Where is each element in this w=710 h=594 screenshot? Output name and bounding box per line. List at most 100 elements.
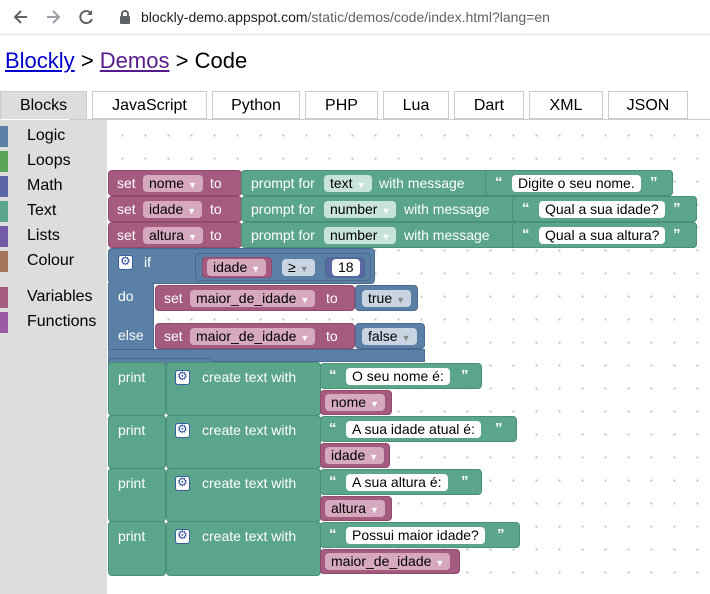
variable-dropdown[interactable]: altura ▼ xyxy=(143,227,203,244)
quote-icon: ” xyxy=(495,420,503,437)
back-arrow-icon[interactable] xyxy=(11,7,31,27)
tab-xml[interactable]: XML xyxy=(529,91,603,119)
tab-python[interactable]: Python xyxy=(212,91,300,119)
create-text-block[interactable]: create text with xyxy=(166,415,321,469)
prompt-type: text xyxy=(330,175,353,191)
dropdown-arrow-icon: ▼ xyxy=(381,232,391,242)
category-variables[interactable]: Variables xyxy=(0,286,107,308)
print-block[interactable]: print xyxy=(108,415,166,469)
boolean-value: true xyxy=(368,290,393,306)
quote-icon: “ xyxy=(329,420,337,437)
mutator-gear-icon[interactable] xyxy=(175,369,190,385)
print-block[interactable]: print xyxy=(108,468,166,522)
address-bar[interactable]: blockly-demo.appspot.com/static/demos/co… xyxy=(141,9,550,25)
text-field[interactable]: Possui maior idade? xyxy=(346,527,485,544)
number-field[interactable]: 18 xyxy=(332,259,360,276)
operator-dropdown[interactable]: ≥ ▼ xyxy=(282,259,315,276)
boolean-dropdown[interactable]: true ▼ xyxy=(362,290,412,307)
dropdown-arrow-icon: ▼ xyxy=(401,333,411,343)
variable-dropdown[interactable]: idade ▼ xyxy=(325,447,385,464)
variable-name: maior_de_idade xyxy=(196,328,297,344)
category-loops[interactable]: Loops xyxy=(0,150,107,172)
create-text-block[interactable]: create text with xyxy=(166,468,321,522)
text-field[interactable]: A sua idade atual é: xyxy=(346,421,481,438)
category-text[interactable]: Text xyxy=(0,200,107,222)
tab-dart[interactable]: Dart xyxy=(454,91,524,119)
variable-name: altura xyxy=(149,227,185,243)
lock-icon[interactable] xyxy=(118,9,132,25)
text-field[interactable]: A sua altura é: xyxy=(346,474,448,491)
dropdown-arrow-icon: ▼ xyxy=(300,333,310,343)
boolean-dropdown[interactable]: false ▼ xyxy=(362,328,417,345)
category-label: Colour xyxy=(27,252,75,269)
text-block[interactable]: “ Digite o seu nome. ” xyxy=(485,170,673,196)
tab-json[interactable]: JSON xyxy=(608,91,688,119)
print-block[interactable]: print xyxy=(108,362,166,416)
tab-blocks[interactable]: Blocks xyxy=(0,91,87,119)
dropdown-arrow-icon: ▼ xyxy=(369,452,379,462)
number-block[interactable]: 18 xyxy=(325,257,365,278)
variable-dropdown[interactable]: idade ▼ xyxy=(207,259,267,276)
variable-get-block[interactable]: idade ▼ xyxy=(202,257,272,278)
text-field[interactable]: O seu nome é: xyxy=(346,368,450,385)
text-block[interactable]: “ Possui maior idade? ” xyxy=(320,522,520,548)
boolean-block[interactable]: false ▼ xyxy=(355,323,425,349)
text-block[interactable]: “ Qual a sua idade? ” xyxy=(512,196,697,222)
tab-php[interactable]: PHP xyxy=(305,91,378,119)
category-swatch xyxy=(0,287,8,308)
set-variable-block[interactable]: set maior_de_idade ▼ to xyxy=(155,323,355,349)
mutator-gear-icon[interactable] xyxy=(175,528,190,544)
compare-block[interactable]: idade ▼ ≥ ▼ 18 xyxy=(195,253,371,281)
mutator-gear-icon[interactable] xyxy=(175,422,190,438)
variable-get-block[interactable]: maior_de_idade ▼ xyxy=(320,549,460,574)
create-text-block[interactable]: create text with xyxy=(166,362,321,416)
boolean-block[interactable]: true ▼ xyxy=(355,285,418,311)
prompt-type-dropdown[interactable]: number ▼ xyxy=(324,201,397,218)
set-variable-block[interactable]: set maior_de_idade ▼ to xyxy=(155,285,355,311)
variable-dropdown[interactable]: maior_de_idade ▼ xyxy=(190,328,316,345)
demos-link[interactable]: Demos xyxy=(100,48,170,73)
create-text-block[interactable]: create text with xyxy=(166,521,321,576)
category-swatch xyxy=(0,151,8,172)
block-keyword: print xyxy=(118,369,146,385)
category-colour[interactable]: Colour xyxy=(0,250,107,272)
text-block[interactable]: “ A sua altura é: ” xyxy=(320,469,482,495)
text-field[interactable]: Digite o seu nome. xyxy=(512,175,641,192)
blockly-link[interactable]: Blockly xyxy=(5,48,75,73)
text-block[interactable]: “ Qual a sua altura? ” xyxy=(512,222,697,248)
variable-dropdown[interactable]: nome ▼ xyxy=(325,394,385,411)
mutator-gear-icon[interactable] xyxy=(175,475,190,491)
prompt-type-dropdown[interactable]: number ▼ xyxy=(324,227,397,244)
mutator-gear-icon[interactable] xyxy=(118,254,133,270)
set-variable-block[interactable]: set nome ▼ to xyxy=(108,170,242,196)
variable-dropdown[interactable]: maior_de_idade ▼ xyxy=(190,290,316,307)
variable-get-block[interactable]: idade ▼ xyxy=(320,443,390,468)
dropdown-arrow-icon: ▼ xyxy=(435,558,445,568)
variable-dropdown[interactable]: idade ▼ xyxy=(143,201,203,218)
variable-get-block[interactable]: nome ▼ xyxy=(320,390,392,415)
variable-dropdown[interactable]: maior_de_idade ▼ xyxy=(325,553,451,570)
variable-dropdown[interactable]: nome ▼ xyxy=(143,175,203,192)
text-block[interactable]: “ O seu nome é: ” xyxy=(320,363,482,389)
variable-get-block[interactable]: altura ▼ xyxy=(320,496,392,521)
variable-name: maior_de_idade xyxy=(331,553,432,569)
category-lists[interactable]: Lists xyxy=(0,225,107,247)
print-block[interactable]: print xyxy=(108,521,166,576)
text-block[interactable]: “ A sua idade atual é: ” xyxy=(320,416,517,442)
category-functions[interactable]: Functions xyxy=(0,311,107,333)
set-variable-block[interactable]: set altura ▼ to xyxy=(108,222,242,248)
category-label: Lists xyxy=(27,227,60,244)
text-field[interactable]: Qual a sua altura? xyxy=(539,227,666,244)
text-field[interactable]: Qual a sua idade? xyxy=(539,201,665,218)
forward-arrow-icon[interactable] xyxy=(43,7,63,27)
tab-javascript[interactable]: JavaScript xyxy=(92,91,207,119)
tab-lua[interactable]: Lua xyxy=(383,91,449,119)
block-keyword: prompt for xyxy=(251,175,315,191)
reload-icon[interactable] xyxy=(76,7,96,27)
category-logic[interactable]: Logic xyxy=(0,125,107,147)
block-keyword: set xyxy=(117,201,136,217)
prompt-type-dropdown[interactable]: text ▼ xyxy=(324,175,372,192)
category-math[interactable]: Math xyxy=(0,175,107,197)
variable-dropdown[interactable]: altura ▼ xyxy=(325,500,385,517)
set-variable-block[interactable]: set idade ▼ to xyxy=(108,196,242,222)
